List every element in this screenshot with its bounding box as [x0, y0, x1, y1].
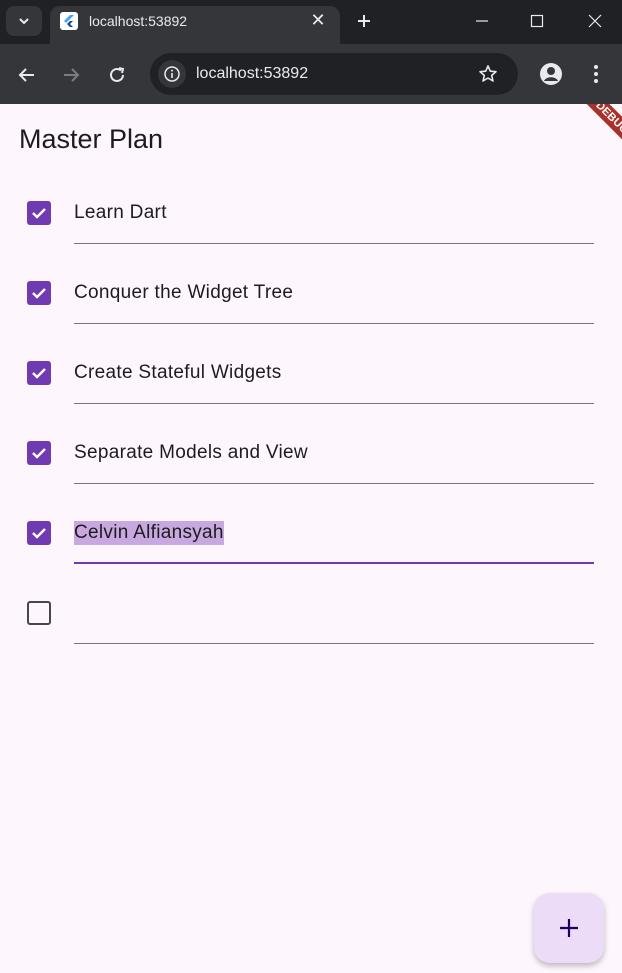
address-bar[interactable]: localhost:53892	[150, 53, 518, 95]
browser-tab[interactable]: localhost:53892 ✕	[50, 6, 340, 44]
task-checkbox[interactable]	[27, 201, 51, 225]
close-icon	[588, 14, 602, 28]
account-icon	[540, 63, 562, 85]
debug-label: DEBUG	[570, 104, 622, 160]
task-text: Separate Models and View	[74, 442, 308, 463]
debug-banner: DEBUG	[552, 104, 622, 174]
task-text-field[interactable]: Learn Dart	[74, 184, 594, 244]
browser-menu-button[interactable]	[585, 59, 607, 89]
task-text-field[interactable]: Create Stateful Widgets	[74, 344, 594, 404]
task-text-field[interactable]: Separate Models and View	[74, 424, 594, 484]
task-checkbox[interactable]	[27, 361, 51, 385]
task-row: Learn Dart	[0, 184, 622, 264]
plus-icon	[560, 919, 578, 937]
bookmark-star-icon[interactable]	[475, 62, 501, 86]
more-vert-icon	[594, 65, 598, 83]
add-task-button[interactable]	[534, 893, 604, 963]
new-tab-button[interactable]	[350, 8, 378, 34]
check-icon	[32, 208, 46, 219]
site-info-icon[interactable]	[158, 60, 186, 88]
check-icon	[32, 528, 46, 539]
task-row: Celvin Alfiansyah	[0, 504, 622, 584]
task-row: Conquer the Widget Tree	[0, 264, 622, 344]
task-checkbox[interactable]	[27, 441, 51, 465]
profile-button[interactable]	[537, 59, 565, 89]
close-window-button[interactable]	[572, 6, 618, 36]
minimize-icon	[476, 20, 488, 22]
task-text-selected: Celvin Alfiansyah	[74, 521, 224, 545]
check-icon	[32, 368, 46, 379]
check-icon	[32, 448, 46, 459]
tab-title: localhost:53892	[89, 13, 188, 29]
check-icon	[32, 288, 46, 299]
flutter-icon	[60, 12, 78, 30]
plus-icon	[358, 15, 370, 27]
task-text-field[interactable]: Conquer the Widget Tree	[74, 264, 594, 324]
url-text[interactable]: localhost:53892	[196, 64, 308, 84]
browser-toolbar: localhost:53892	[0, 44, 622, 104]
back-button[interactable]	[12, 60, 42, 90]
page-title: Master Plan	[19, 124, 164, 154]
task-checkbox[interactable]	[27, 281, 51, 305]
task-text-field-focused[interactable]: Celvin Alfiansyah	[74, 504, 594, 564]
app-viewport: Master Plan DEBUG Learn Dart Conquer the…	[0, 104, 622, 973]
task-text: Conquer the Widget Tree	[74, 282, 294, 303]
task-text: Create Stateful Widgets	[74, 362, 282, 383]
arrow-left-icon	[18, 68, 34, 82]
task-checkbox[interactable]	[27, 521, 51, 545]
maximize-icon	[530, 14, 544, 28]
minimize-button[interactable]	[459, 6, 505, 36]
reload-icon	[110, 67, 125, 82]
tab-search-button[interactable]	[6, 6, 42, 36]
task-text-field-empty[interactable]	[74, 584, 594, 644]
chevron-down-icon	[19, 18, 29, 25]
maximize-button[interactable]	[514, 6, 560, 36]
task-row	[0, 584, 622, 664]
task-row: Create Stateful Widgets	[0, 344, 622, 424]
task-text: Learn Dart	[74, 202, 167, 223]
close-tab-icon[interactable]: ✕	[306, 8, 330, 32]
reload-button[interactable]	[102, 60, 132, 90]
browser-tab-bar: localhost:53892 ✕	[0, 0, 622, 44]
arrow-right-icon	[64, 68, 80, 82]
task-row: Separate Models and View	[0, 424, 622, 504]
task-checkbox[interactable]	[27, 601, 51, 625]
forward-button[interactable]	[56, 60, 86, 90]
